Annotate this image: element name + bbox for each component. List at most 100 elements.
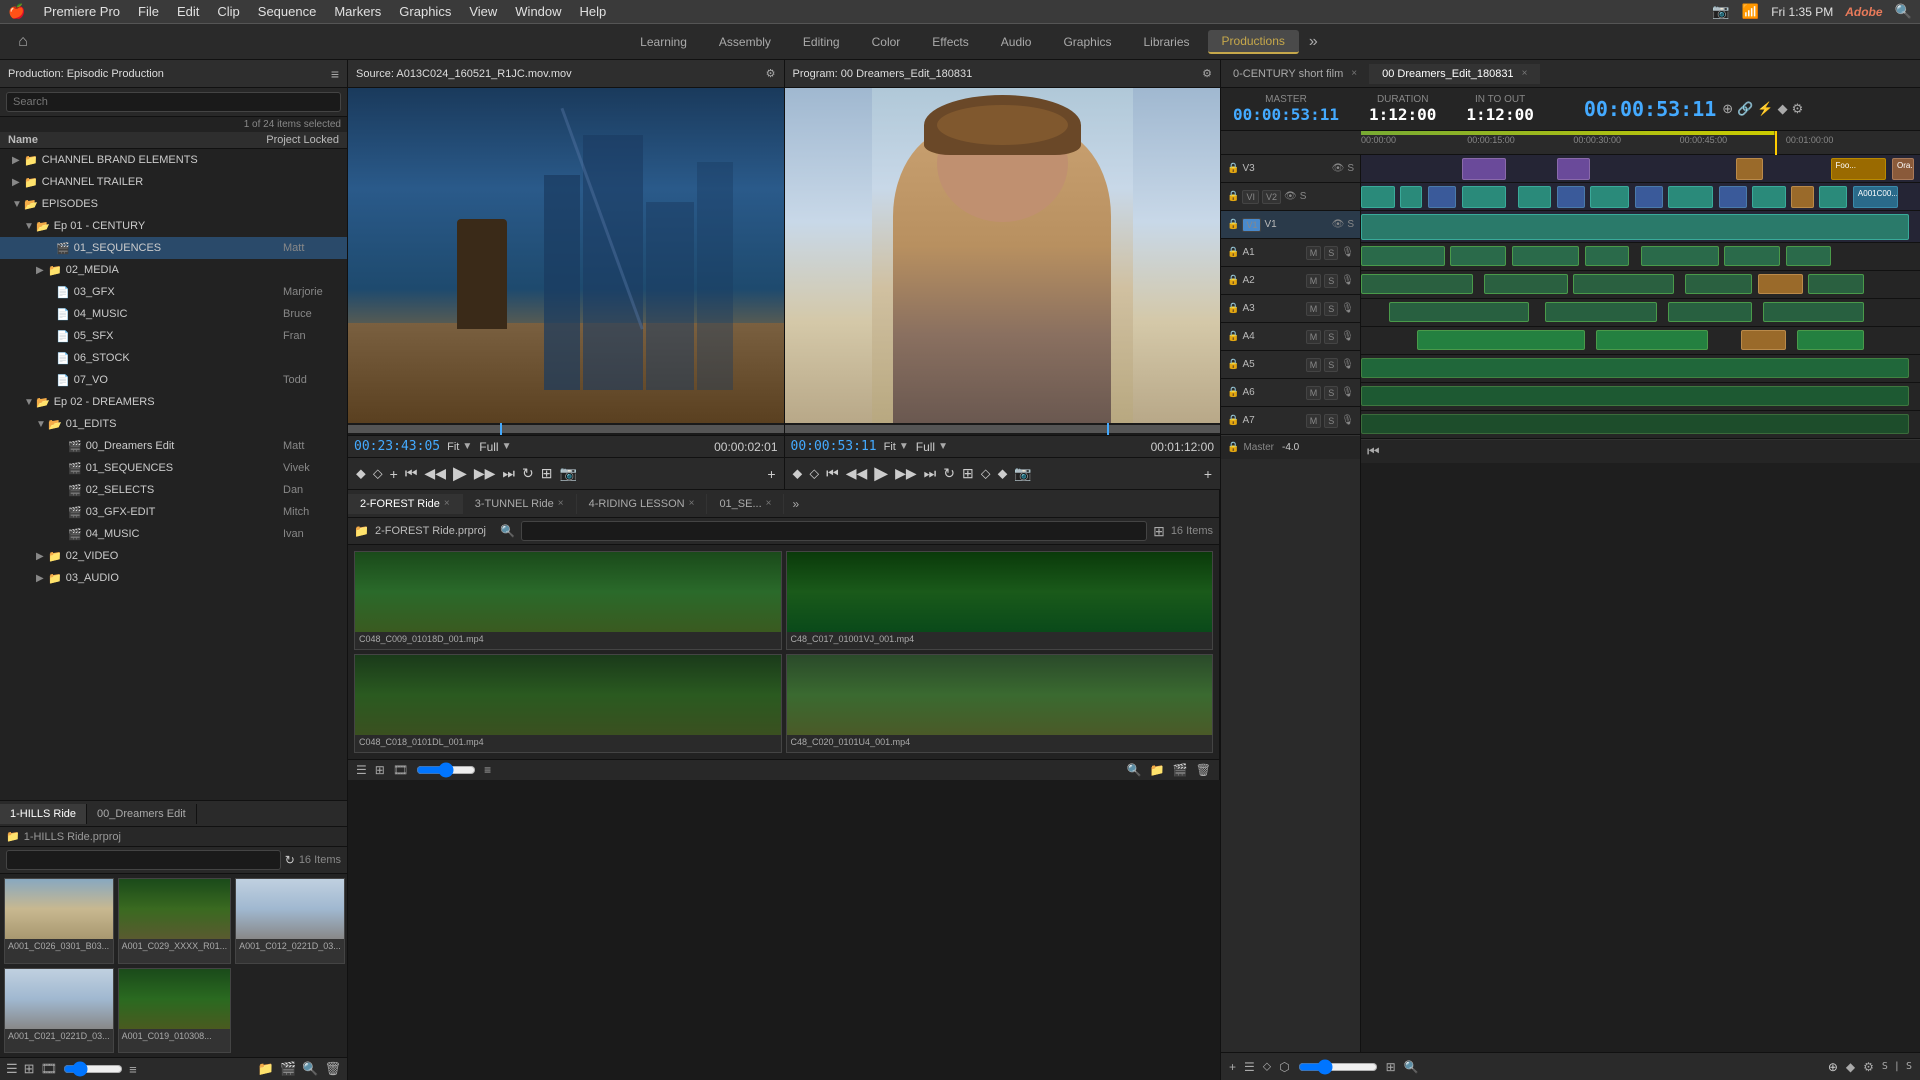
bb-new-item2-icon[interactable]: 🎬 [1173,763,1188,777]
bin-delete-icon[interactable]: 🗑 [324,1061,341,1077]
bb-tab-01se[interactable]: 01_SE... × [707,494,784,514]
source-ffwd-btn[interactable]: ▶▶ [472,463,498,484]
clip-a1-e[interactable] [1641,246,1719,266]
program-ffwd-btn[interactable]: ▶▶ [893,463,919,484]
bb-tab-01se-close[interactable]: × [766,498,772,509]
source-add-btn[interactable]: + [388,464,400,484]
clip-a6-a[interactable] [1361,386,1909,406]
clip-a3-d[interactable] [1763,302,1864,322]
tl-tab-century-close[interactable]: × [1351,68,1357,79]
home-button[interactable]: ⌂ [8,27,38,57]
clip-a2-c[interactable] [1573,274,1674,294]
tl-snap-tool[interactable]: ⊕ [1722,101,1733,117]
program-mark-in-btn[interactable]: ⬥ [791,463,805,484]
bb-new-folder2-icon[interactable]: 📁 [1150,763,1165,777]
tl-playhead-icon[interactable]: ⊕ [1828,1060,1838,1074]
tl-marker-tool[interactable]: ◆ [1778,101,1788,117]
tl-ripple-tool[interactable]: ⚡ [1757,101,1773,117]
bb-tab-tunnel[interactable]: 3-TUNNEL Ride × [463,494,577,514]
bb-more-tabs-icon[interactable]: » [784,493,807,515]
track-solo-v2[interactable]: S [1300,191,1307,202]
track-mic-a1[interactable]: 🎙 [1341,247,1354,258]
menu-edit[interactable]: Edit [169,2,207,21]
bb-item-2[interactable]: C048_C018_0101DL_001.mp4 [354,654,782,753]
clip-v2-e[interactable] [1518,186,1552,208]
bin-filmstrip-icon[interactable]: 🎞 [41,1061,58,1077]
track-mic-a5[interactable]: 🎙 [1341,359,1354,370]
track-s-a4[interactable]: S [1324,330,1338,344]
clip-a4-d[interactable] [1797,330,1864,350]
program-settings-icon[interactable]: ⚙ [1202,67,1212,80]
clip-a3-b[interactable] [1545,302,1657,322]
tree-item-stock01[interactable]: 📄 06_STOCK [0,347,347,369]
source-safe-zones-btn[interactable]: ⊞ [539,463,555,484]
clip-a2-f[interactable] [1808,274,1864,294]
thumb-item-0[interactable]: A001_C026_0301_B03... [4,878,114,964]
tree-toggle-media01[interactable]: ▶ [36,265,48,276]
program-fit-dropdown-icon[interactable]: ▼ [899,441,909,452]
tree-item-video02[interactable]: ▶ 📁 02_VIDEO [0,545,347,567]
clip-v3-c[interactable] [1736,158,1764,180]
track-s-a3[interactable]: S [1324,302,1338,316]
tl-marker-icon[interactable]: ◆ [1846,1060,1855,1074]
program-quality-label[interactable]: Full [916,440,935,454]
tl-fit-icon[interactable]: ⊞ [1386,1060,1396,1074]
tree-item-music01[interactable]: 📄 04_MUSIC Bruce [0,303,347,325]
clip-v3-b[interactable] [1557,158,1591,180]
track-lock-a7[interactable]: 🔒 [1227,415,1239,426]
clip-a1-f[interactable] [1724,246,1780,266]
program-step-fwd-btn[interactable]: ⏭ [922,463,939,484]
tab-assembly[interactable]: Assembly [705,31,785,53]
program-insert-btn[interactable]: ⬦ [979,463,993,484]
clip-v2-j[interactable] [1719,186,1747,208]
program-scrubber[interactable] [785,425,1221,433]
more-workspaces-icon[interactable]: » [1303,33,1324,51]
tab-audio[interactable]: Audio [987,31,1046,53]
master-track-value[interactable]: -4.0 [1282,442,1299,453]
clip-v2-i[interactable] [1668,186,1713,208]
clip-a1-g[interactable] [1786,246,1831,266]
track-m-a3[interactable]: M [1306,302,1322,316]
clip-v2-h[interactable] [1635,186,1663,208]
bin-new-item-icon[interactable]: 🎬 [280,1061,296,1077]
bb-tab-forest-close[interactable]: × [444,498,450,509]
program-add-btn[interactable]: + [1202,464,1214,484]
track-lock-v3[interactable]: 🔒 [1227,163,1239,174]
bb-tab-tunnel-close[interactable]: × [558,498,564,509]
source-quality-label[interactable]: Full [479,440,498,454]
track-lock-a2[interactable]: 🔒 [1227,275,1239,286]
track-v2-label[interactable]: V2 [1262,190,1281,204]
menu-window[interactable]: Window [507,2,569,21]
tl-add-track-icon[interactable]: + [1229,1060,1236,1074]
tree-item-vo01[interactable]: 📄 07_VO Todd [0,369,347,391]
tree-toggle-episodes[interactable]: ▼ [12,199,24,210]
tl-search-icon[interactable]: 🔍 [1404,1060,1419,1074]
clip-v2-m[interactable] [1819,186,1847,208]
tree-toggle-edits02[interactable]: ▼ [36,419,48,430]
track-s-a5[interactable]: S [1324,358,1338,372]
bb-grid-icon[interactable]: ⊞ [375,763,385,777]
bin-grid-view-icon[interactable]: ⊞ [24,1061,35,1077]
tree-item-media01[interactable]: ▶ 📁 02_MEDIA [0,259,347,281]
clip-a4-a[interactable] [1417,330,1585,350]
track-s-a7[interactable]: S [1324,414,1338,428]
bin-search-input[interactable] [6,850,281,870]
track-v1-btn[interactable]: V1 [1242,218,1261,232]
menu-view[interactable]: View [461,2,505,21]
source-fit-dropdown-icon[interactable]: ▼ [462,441,472,452]
clip-v2-d[interactable] [1462,186,1507,208]
source-scrubber[interactable] [348,425,784,433]
track-m-a2[interactable]: M [1306,274,1322,288]
bin-list-view-icon[interactable]: ☰ [6,1061,18,1077]
bin-refresh-icon[interactable]: ↻ [285,853,295,867]
source-quality-dropdown-icon[interactable]: ▼ [502,441,512,452]
project-panel-menu-icon[interactable]: ≡ [331,66,339,82]
clip-a2-e[interactable] [1758,274,1803,294]
track-eye-v3[interactable]: 👁 [1332,163,1345,174]
program-loop-btn[interactable]: ↻ [941,463,957,484]
track-lock-v1[interactable]: 🔒 [1227,219,1239,230]
bb-search-input[interactable] [521,521,1147,541]
bin-new-folder-icon[interactable]: 📁 [258,1061,274,1077]
bb-item-3[interactable]: C48_C020_0101U4_001.mp4 [786,654,1214,753]
clip-a2-b[interactable] [1484,274,1568,294]
